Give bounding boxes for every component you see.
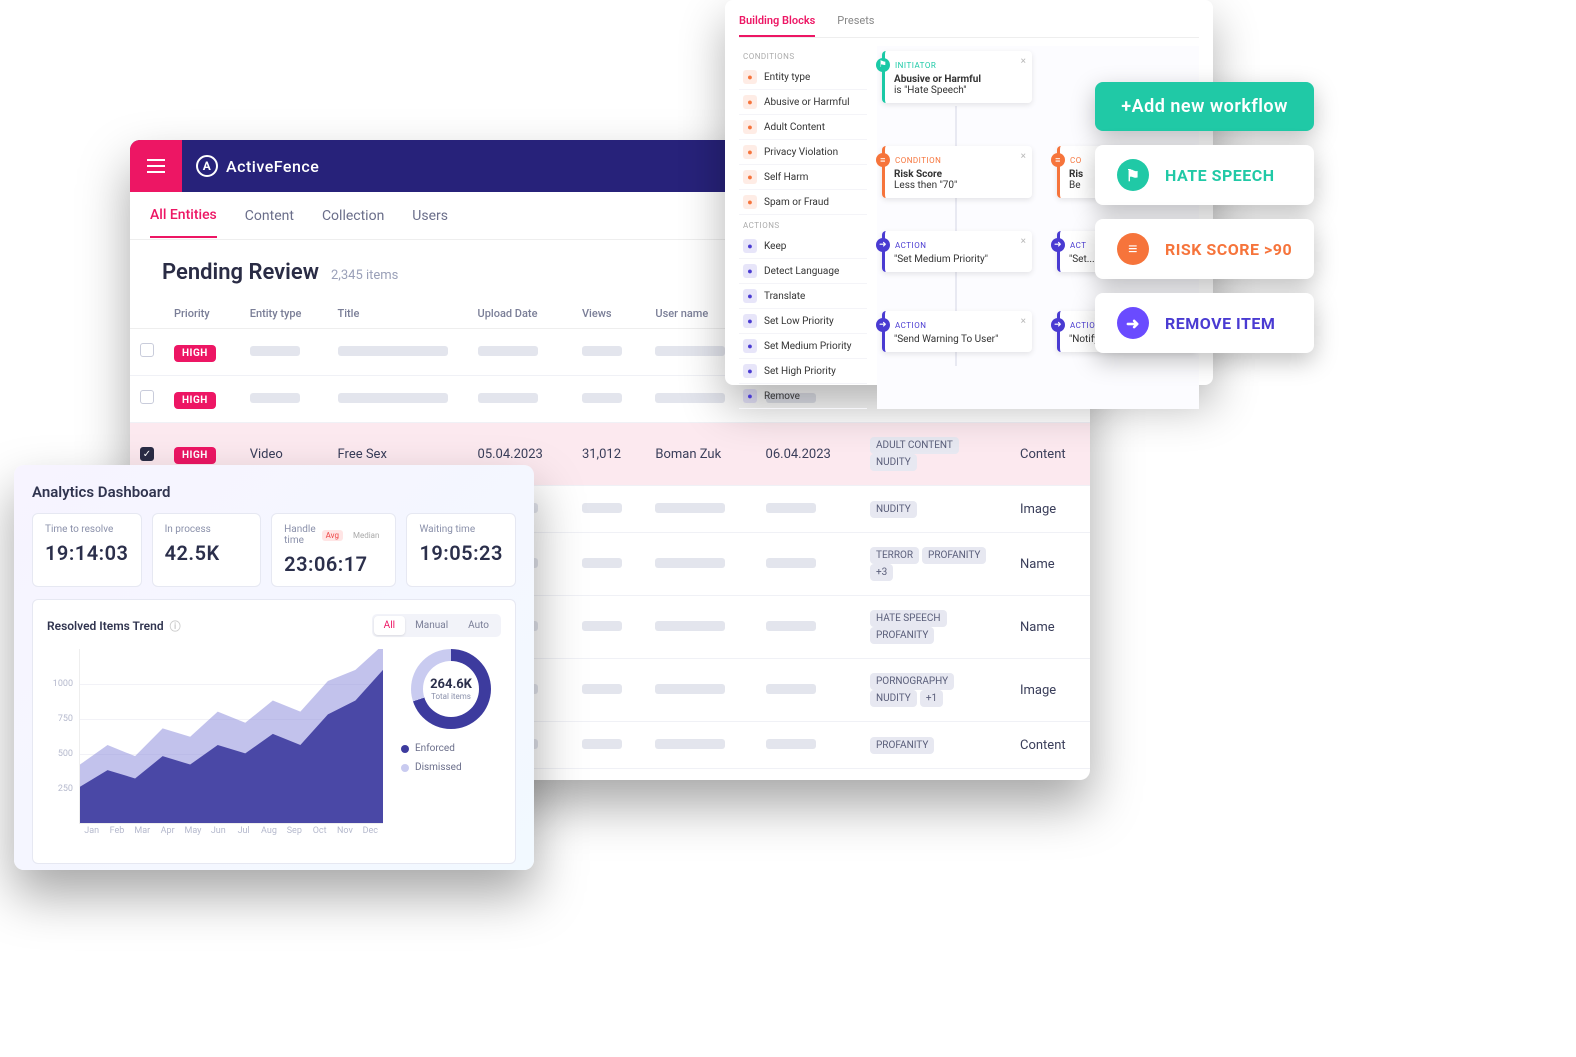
tag: NUDITY (870, 454, 917, 471)
row-checkbox[interactable] (140, 343, 154, 357)
stat-card: Waiting time 19:05:23 (406, 513, 516, 587)
builder-item[interactable]: ●Set Low Priority (739, 309, 867, 334)
toggle-auto[interactable]: Auto (458, 616, 499, 635)
builder-item[interactable]: ●Set Medium Priority (739, 334, 867, 359)
node-action-3[interactable]: × ➜ACTION "Send Warning To User" (882, 311, 1032, 352)
donut-label: Total items (431, 692, 471, 701)
legend-dismissed: Dismissed (401, 762, 501, 773)
builder-item[interactable]: ●Entity type (739, 65, 867, 90)
builder-tab-presets[interactable]: Presets (837, 14, 874, 37)
page-title: Pending Review (162, 260, 319, 285)
node-condition-1[interactable]: × ≡CONDITION Risk ScoreLess then "70" (882, 146, 1032, 198)
col-entity[interactable]: Entity type (240, 299, 328, 329)
trend-title: Resolved Items Trend ⓘ (47, 618, 181, 634)
tab-collection[interactable]: Collection (322, 195, 384, 237)
analytics-panel: Analytics Dashboard Time to resolve 19:1… (14, 465, 534, 870)
close-icon[interactable]: × (1021, 236, 1026, 247)
arrow-icon: ➜ (1117, 307, 1149, 339)
close-icon[interactable]: × (1021, 316, 1026, 327)
tab-users[interactable]: Users (412, 195, 448, 237)
col-upload[interactable]: Upload Date (468, 299, 572, 329)
gauge-icon: ≡ (1117, 233, 1149, 265)
tag: +3 (870, 564, 893, 581)
donut-legend: 264.6K Total items Enforced Dismissed (401, 649, 501, 844)
flag-icon: ⚑ (1117, 159, 1149, 191)
pill-hate-speech[interactable]: ⚑HATE SPEECH (1095, 145, 1314, 205)
tag: ADULT CONTENT (870, 437, 959, 454)
builder-item[interactable]: ●Detect Language (739, 259, 867, 284)
builder-conditions-header: CONDITIONS (739, 46, 867, 65)
stat-row: Time to resolve 19:14:03 In process 42.5… (32, 513, 516, 587)
tag: PROFANITY (870, 627, 934, 644)
priority-badge: HIGH (174, 392, 216, 409)
builder-item[interactable]: ●Set High Priority (739, 359, 867, 384)
brand: A ActiveFence (196, 155, 319, 177)
builder-item[interactable]: ●Adult Content (739, 115, 867, 140)
item-count: 2,345 items (331, 268, 398, 283)
col-views[interactable]: Views (572, 299, 645, 329)
stat-card: Handle time AvgMedian 23:06:17 (271, 513, 396, 587)
tag: PROFANITY (922, 547, 986, 564)
pill-remove-item[interactable]: ➜REMOVE ITEM (1095, 293, 1314, 353)
stat-card: In process 42.5K (152, 513, 262, 587)
builder-sidebar: CONDITIONS ●Entity type ●Abusive or Harm… (739, 46, 867, 409)
tag: PROFANITY (870, 737, 934, 754)
tab-all-entities[interactable]: All Entities (150, 194, 217, 238)
toggle-manual[interactable]: Manual (405, 616, 458, 635)
builder-item[interactable]: ●Remove (739, 384, 867, 409)
close-icon[interactable]: × (1021, 151, 1026, 162)
donut-value: 264.6K (430, 677, 472, 692)
close-icon[interactable]: × (1021, 56, 1026, 67)
builder-actions-header: ACTIONS (739, 215, 867, 234)
node-initiator[interactable]: × ⚑INITIATOR Abusive or Harmfulis "Hate … (882, 51, 1032, 103)
area-chart: 2505007501000 JanFebMarAprMayJunJulAugSe… (47, 649, 383, 844)
col-title[interactable]: Title (328, 299, 468, 329)
brand-name: ActiveFence (226, 157, 319, 176)
builder-item[interactable]: ●Abusive or Harmful (739, 90, 867, 115)
info-icon[interactable]: ⓘ (170, 618, 181, 634)
row-checkbox[interactable]: ✓ (140, 447, 154, 461)
menu-button[interactable] (130, 140, 182, 192)
trend-card: Resolved Items Trend ⓘ All Manual Auto 2… (32, 599, 516, 864)
builder-item[interactable]: ●Privacy Violation (739, 140, 867, 165)
tag: TERROR (870, 547, 919, 564)
tag: NUDITY (870, 690, 917, 707)
tag: PORNOGRAPHY (870, 673, 954, 690)
col-priority[interactable]: Priority (164, 299, 240, 329)
builder-item[interactable]: ●Translate (739, 284, 867, 309)
tag: NUDITY (870, 501, 917, 518)
donut-chart: 264.6K Total items (411, 649, 491, 729)
stat-card: Time to resolve 19:14:03 (32, 513, 142, 587)
builder-item[interactable]: ●Spam or Fraud (739, 190, 867, 215)
builder-tab-blocks[interactable]: Building Blocks (739, 14, 815, 37)
toggle-all[interactable]: All (374, 616, 405, 635)
priority-badge: HIGH (174, 447, 216, 464)
trend-toggles: All Manual Auto (372, 614, 501, 637)
add-workflow-button[interactable]: +Add new workflow (1095, 82, 1314, 131)
tag: HATE SPEECH (870, 610, 947, 627)
tag: +1 (920, 690, 943, 707)
row-checkbox[interactable] (140, 390, 154, 404)
builder-item[interactable]: ●Keep (739, 234, 867, 259)
legend-enforced: Enforced (401, 743, 501, 754)
priority-badge: HIGH (174, 345, 216, 362)
builder-item[interactable]: ●Self Harm (739, 165, 867, 190)
analytics-title: Analytics Dashboard (32, 483, 516, 501)
brand-logo-icon: A (196, 155, 218, 177)
pill-risk-score[interactable]: ≡RISK SCORE >90 (1095, 219, 1314, 279)
floating-pills: +Add new workflow ⚑HATE SPEECH ≡RISK SCO… (1095, 82, 1314, 353)
tab-content[interactable]: Content (245, 195, 294, 237)
node-action-1[interactable]: × ➜ACTION "Set Medium Priority" (882, 231, 1032, 272)
